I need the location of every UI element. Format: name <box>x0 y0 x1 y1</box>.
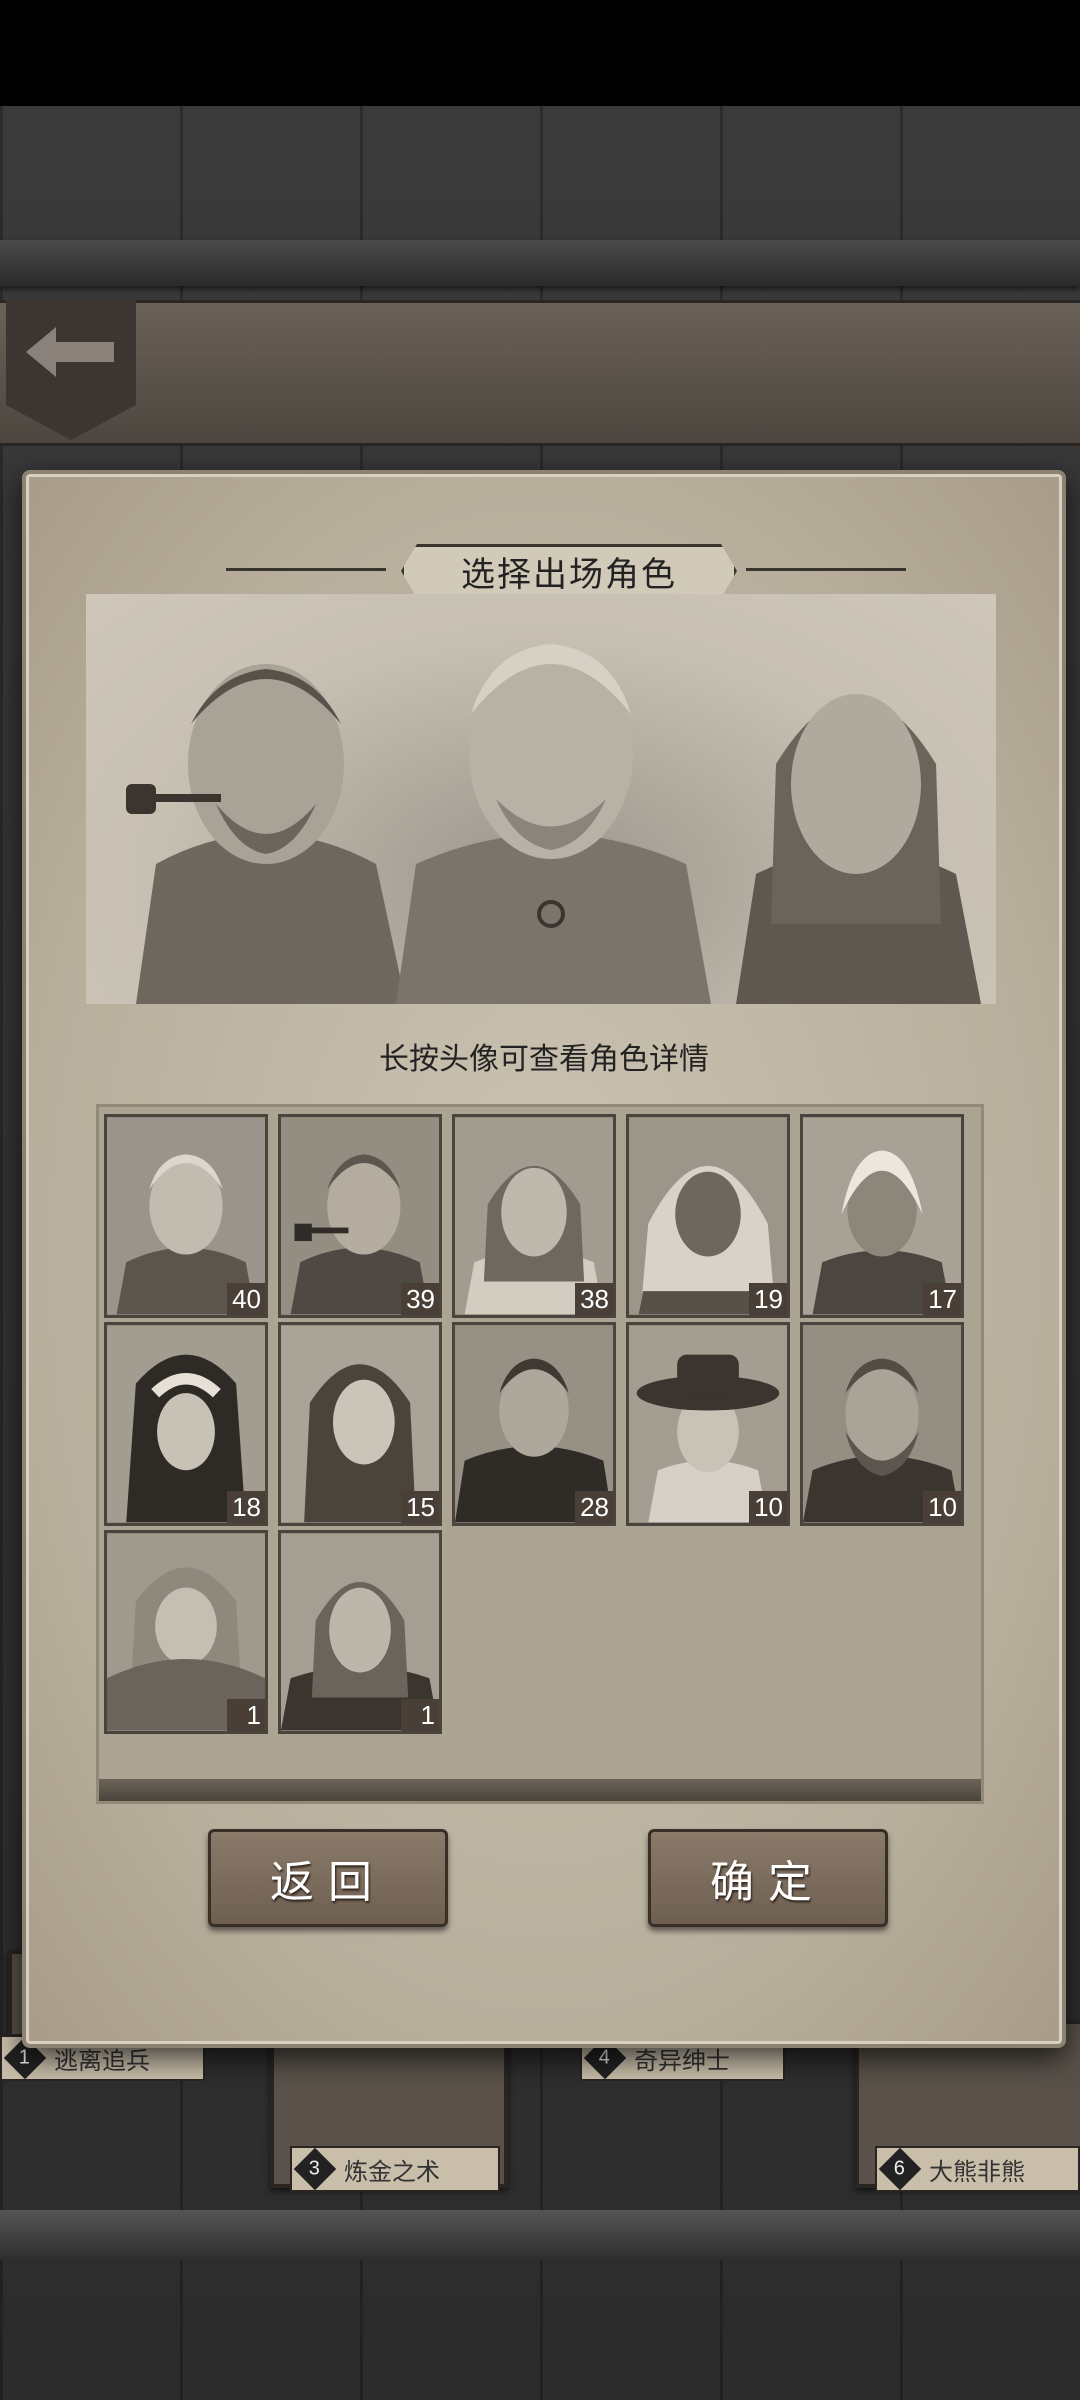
character-level: 39 <box>401 1283 439 1315</box>
character-card[interactable]: 19 <box>626 1114 790 1318</box>
character-select-dialog: 选择出场角色 长按头像可查看角色详情 40 39 38 19 17 18 15 … <box>22 470 1066 2048</box>
back-arrow-icon <box>26 327 114 377</box>
character-card[interactable]: 17 <box>800 1114 964 1318</box>
pipe-man-hero-portrait <box>126 664 406 1004</box>
character-level: 1 <box>227 1699 265 1731</box>
character-card[interactable]: 28 <box>452 1322 616 1526</box>
dialog-title: 选择出场角色 <box>401 544 737 598</box>
top-rail <box>0 240 1080 286</box>
confirm-button[interactable]: 确定 <box>648 1829 888 1927</box>
character-card[interactable]: 10 <box>626 1322 790 1526</box>
character-level: 19 <box>749 1283 787 1315</box>
character-level: 17 <box>923 1283 961 1315</box>
character-card[interactable]: 15 <box>278 1322 442 1526</box>
character-card[interactable]: 18 <box>104 1322 268 1526</box>
dialog-title-frame: 选择出场角色 <box>226 544 906 594</box>
long-hair-man-hero-portrait <box>736 694 981 1004</box>
character-level: 10 <box>749 1491 787 1523</box>
character-level: 15 <box>401 1491 439 1523</box>
character-card[interactable]: 38 <box>452 1114 616 1318</box>
level-label-3: 3 炼金之术 <box>290 2146 500 2192</box>
status-bar <box>0 0 1080 106</box>
character-level: 40 <box>227 1283 265 1315</box>
character-level: 38 <box>575 1283 613 1315</box>
back-button[interactable]: 返回 <box>208 1829 448 1927</box>
character-card[interactable]: 10 <box>800 1322 964 1526</box>
character-card[interactable]: 40 <box>104 1114 268 1318</box>
character-level: 18 <box>227 1491 265 1523</box>
level-label-6: 6 大熊非熊 <box>875 2146 1080 2192</box>
featured-characters-art <box>86 594 996 1004</box>
character-card[interactable]: 1 <box>278 1530 442 1734</box>
character-level: 28 <box>575 1491 613 1523</box>
blond-man-hero-portrait <box>396 644 711 1004</box>
character-level: 10 <box>923 1491 961 1523</box>
bottom-band <box>0 2210 1080 2260</box>
character-card[interactable]: 1 <box>104 1530 268 1734</box>
character-card[interactable]: 39 <box>278 1114 442 1318</box>
long-press-hint: 长按头像可查看角色详情 <box>379 1043 709 1076</box>
character-level: 1 <box>401 1699 439 1731</box>
header-plank <box>0 300 1080 446</box>
